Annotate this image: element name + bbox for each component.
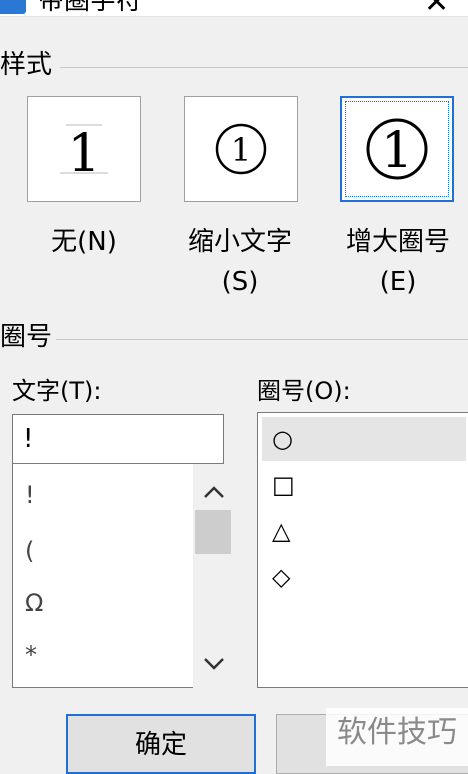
enclosure-group-title: 圈号 bbox=[0, 322, 57, 352]
circle-symbol: ○ bbox=[272, 425, 293, 453]
list-item[interactable]: ! bbox=[25, 480, 35, 510]
watermark: 软件技巧 bbox=[326, 708, 468, 766]
character-listbox[interactable]: ! ( Ω * bbox=[12, 464, 235, 688]
style-none-preview: 1 bbox=[60, 124, 108, 184]
style-enlarge-label: 增大圈号 (E) bbox=[345, 227, 450, 297]
close-icon[interactable]: ✕ bbox=[424, 0, 449, 16]
style-group-divider bbox=[60, 67, 468, 68]
style-none-glyph: 1 bbox=[67, 124, 100, 184]
style-shrink-preview: 1 bbox=[215, 123, 267, 175]
enclosure-group-divider bbox=[56, 339, 468, 340]
title-bar: 带圈字符 ✕ bbox=[0, 0, 468, 17]
square-symbol: □ bbox=[272, 471, 295, 499]
list-item[interactable]: ○ bbox=[262, 417, 466, 461]
style-option-none[interactable]: 1 bbox=[27, 96, 141, 202]
list-item[interactable]: △ bbox=[262, 509, 466, 553]
ok-button[interactable]: 确定 bbox=[66, 714, 256, 774]
character-list-scrollbar[interactable] bbox=[193, 464, 235, 688]
scroll-thumb[interactable] bbox=[195, 510, 231, 554]
triangle-symbol: △ bbox=[272, 517, 291, 545]
list-item[interactable]: Ω bbox=[25, 588, 43, 618]
svg-text:1: 1 bbox=[231, 131, 251, 169]
text-field-label: 文字(T): bbox=[12, 377, 102, 405]
window-title: 带圈字符 bbox=[38, 0, 143, 16]
style-group-title: 样式 bbox=[0, 50, 57, 80]
chevron-down-icon[interactable] bbox=[193, 644, 235, 684]
app-icon bbox=[0, 0, 26, 14]
enclosure-listbox[interactable]: ○ □ △ ◇ bbox=[257, 412, 468, 688]
style-option-enlarge-symbol[interactable]: 1 bbox=[340, 96, 454, 202]
style-shrink-label: 缩小文字 (S) bbox=[187, 227, 292, 297]
style-option-shrink-text[interactable]: 1 bbox=[184, 96, 298, 202]
svg-text:1: 1 bbox=[381, 121, 413, 179]
list-item[interactable]: ( bbox=[25, 536, 34, 566]
chevron-up-icon[interactable] bbox=[193, 472, 235, 512]
style-enlarge-preview: 1 bbox=[366, 118, 428, 180]
list-item[interactable]: □ bbox=[262, 463, 466, 507]
enclosure-field-label: 圈号(O): bbox=[257, 377, 351, 405]
diamond-symbol: ◇ bbox=[272, 563, 291, 591]
text-input[interactable]: ! bbox=[12, 414, 224, 464]
list-item[interactable]: * bbox=[25, 640, 37, 670]
list-item[interactable]: ◇ bbox=[262, 555, 466, 599]
style-none-label: 无(N) bbox=[51, 227, 117, 257]
